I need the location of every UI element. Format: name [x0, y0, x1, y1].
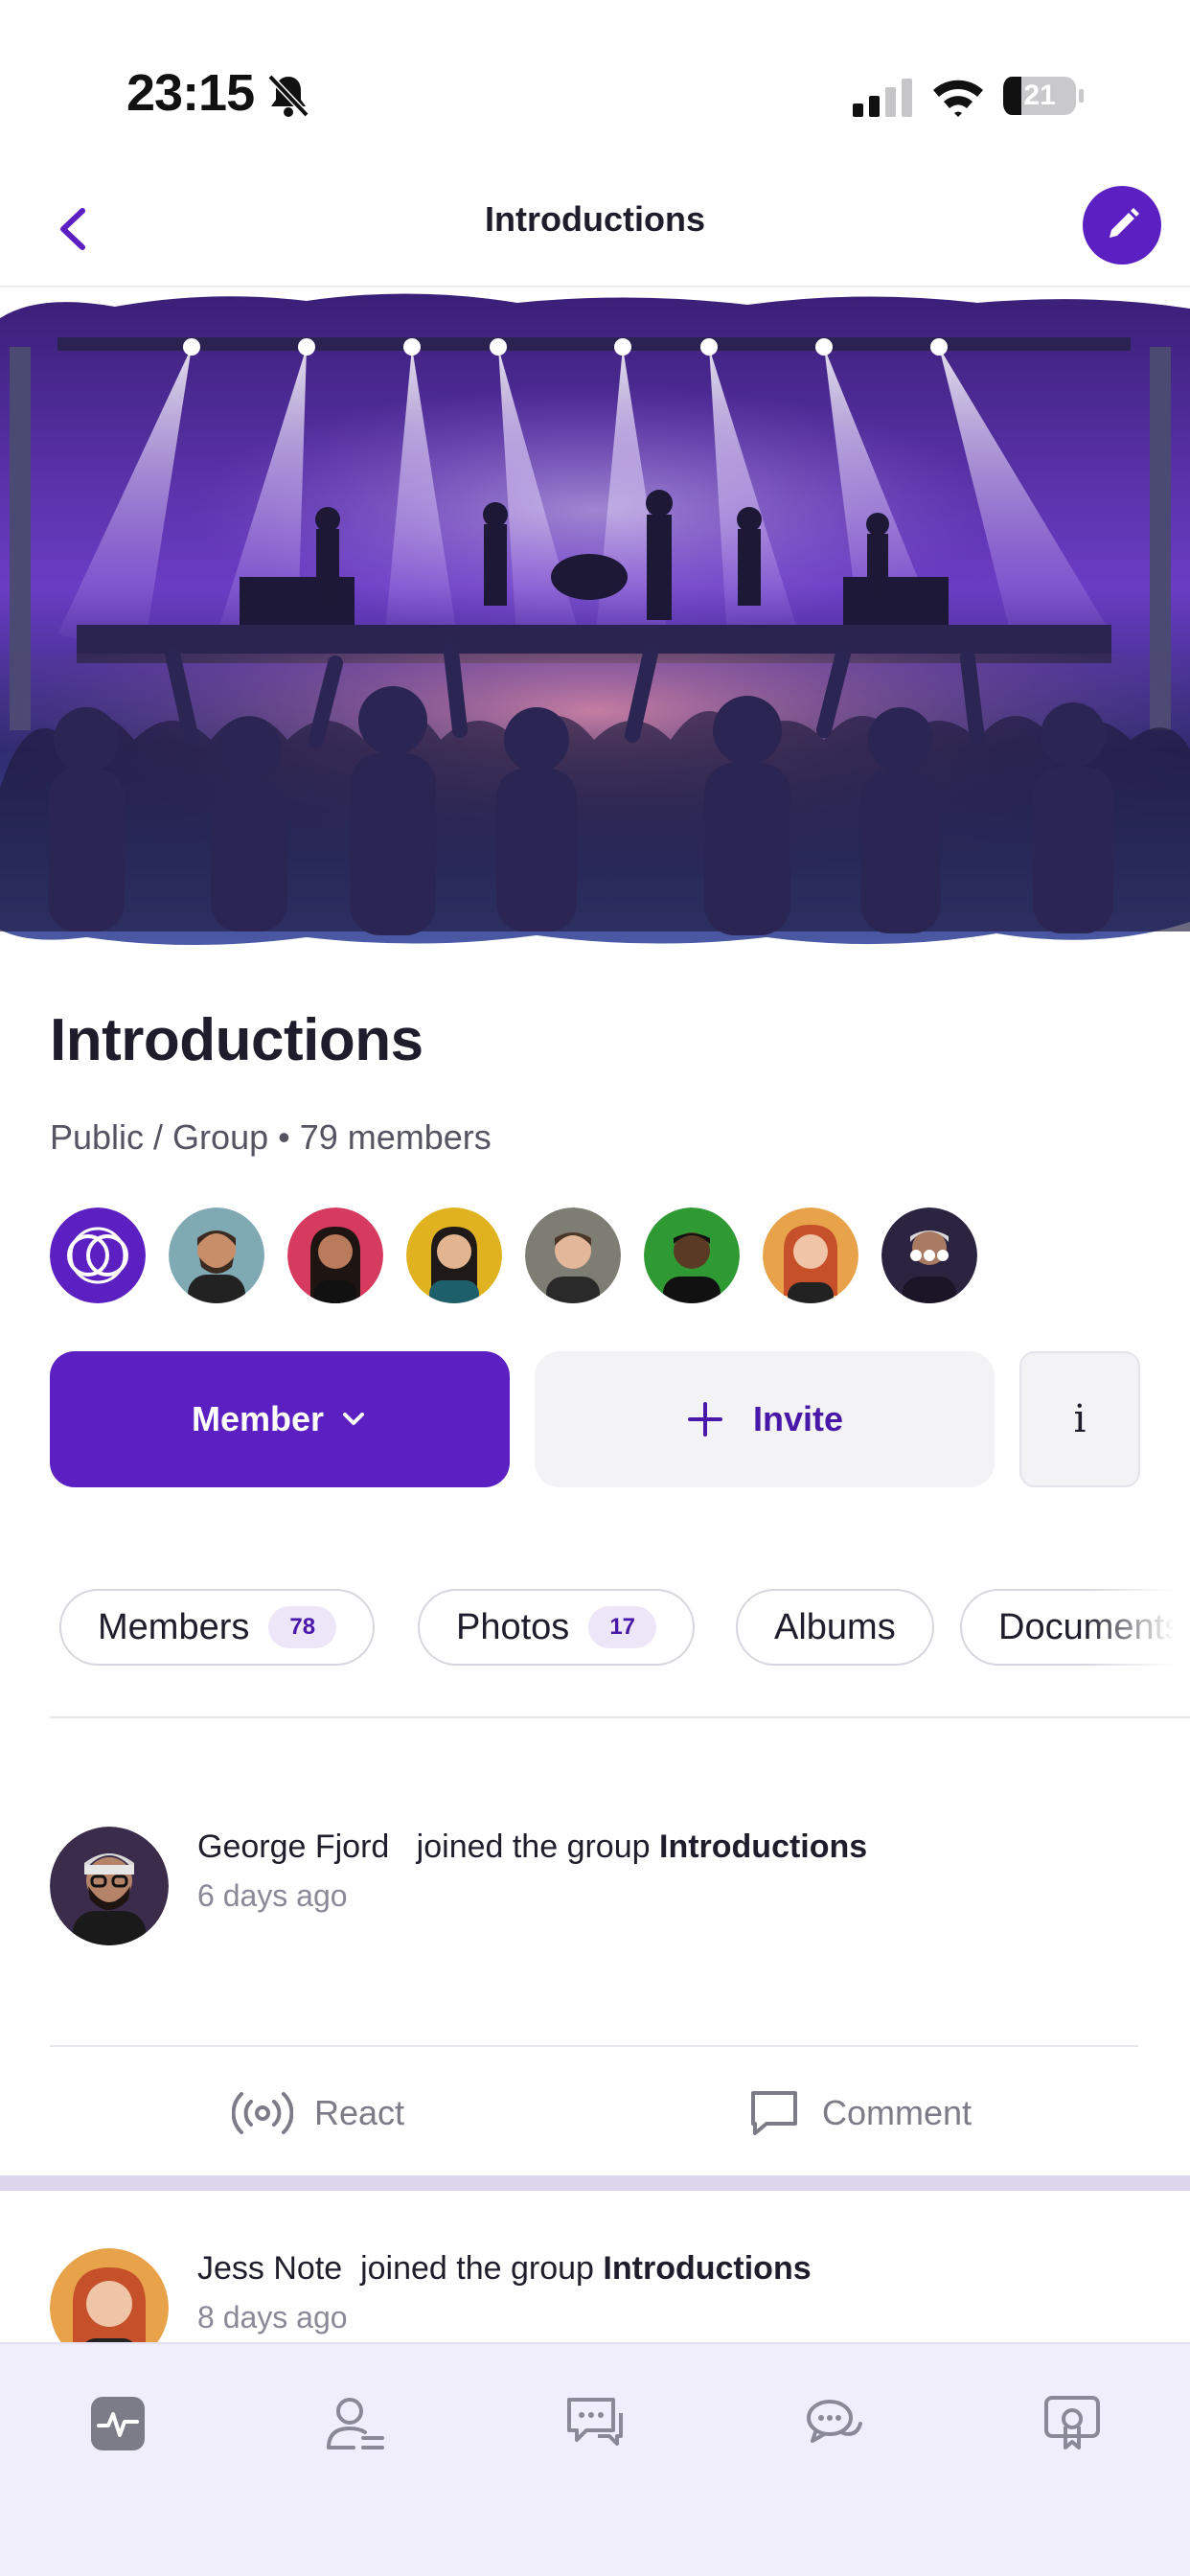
comment-label: Comment: [822, 2093, 973, 2132]
tab-photos[interactable]: Photos 17: [418, 1589, 696, 1666]
tab-count-badge: 17: [588, 1606, 657, 1648]
activity-group-link[interactable]: Introductions: [659, 1828, 867, 1865]
group-title: Introductions: [50, 1007, 423, 1073]
course-icon: [1044, 2396, 1100, 2450]
tab-profile[interactable]: [322, 2390, 389, 2457]
tab-messages[interactable]: [801, 2390, 868, 2457]
section-separator: [0, 2175, 1190, 2191]
comment-icon: [751, 2091, 797, 2135]
tab-albums[interactable]: Albums: [736, 1589, 934, 1666]
avatar[interactable]: [763, 1208, 858, 1303]
broadcast-icon: [232, 2092, 293, 2134]
cover-image: [0, 289, 1190, 953]
tab-label: Members: [98, 1606, 250, 1647]
activity-user-name[interactable]: George Fjord: [197, 1828, 389, 1865]
tab-label: Photos: [456, 1606, 570, 1647]
react-label: React: [314, 2093, 405, 2132]
activity-time: 8 days ago: [197, 2300, 348, 2334]
comment-button[interactable]: Comment: [747, 2080, 972, 2147]
status-bar: 23:15 21: [0, 0, 1190, 153]
tab-courses[interactable]: [1039, 2390, 1106, 2457]
nav-title: Introductions: [485, 199, 705, 239]
bottom-tab-bar: [0, 2342, 1190, 2576]
activity-user-name[interactable]: Jess Note: [197, 2250, 342, 2287]
member-avatars[interactable]: [50, 1208, 977, 1303]
info-button[interactable]: i: [1019, 1351, 1140, 1487]
activity-text: George Fjord joined the group Introducti…: [197, 1828, 867, 1866]
messages-icon: [807, 2400, 862, 2443]
avatar[interactable]: [50, 1208, 146, 1303]
activity-text: Jess Note joined the group Introductions: [197, 2250, 812, 2288]
tab-forums[interactable]: [561, 2390, 629, 2457]
tabs-fade: [1085, 1581, 1190, 1677]
avatar[interactable]: [644, 1208, 740, 1303]
group-meta: Public / Group • 79 members: [50, 1117, 492, 1157]
activity-action: joined the group: [360, 2250, 594, 2287]
group-tabs: Members 78 Photos 17 Albums Documents: [59, 1589, 1190, 1666]
battery-level: 21: [1023, 80, 1056, 111]
invite-button-label: Invite: [752, 1399, 844, 1438]
activity-icon: [91, 2397, 145, 2450]
avatar-more[interactable]: [881, 1208, 977, 1303]
divider: [50, 1716, 1190, 1718]
avatar[interactable]: [50, 1827, 169, 1945]
tab-members[interactable]: Members 78: [59, 1589, 376, 1666]
chevron-down-icon: [343, 1413, 365, 1425]
info-icon: i: [1073, 1397, 1087, 1441]
tab-label: Albums: [774, 1606, 896, 1647]
avatar[interactable]: [169, 1208, 264, 1303]
pencil-icon: [1110, 208, 1139, 238]
activity-time: 6 days ago: [197, 1878, 348, 1913]
avatar[interactable]: [287, 1208, 383, 1303]
plus-icon: [687, 1402, 722, 1437]
avatar[interactable]: [406, 1208, 502, 1303]
wifi-icon: [933, 80, 983, 117]
bell-muted-icon: [267, 74, 309, 118]
profile-icon: [327, 2398, 384, 2450]
cellular-signal-icon: [853, 79, 912, 117]
tab-count-badge: 78: [268, 1606, 337, 1648]
avatar[interactable]: [525, 1208, 621, 1303]
divider: [50, 2045, 1138, 2047]
react-button[interactable]: React: [232, 2080, 404, 2147]
activity-group-link[interactable]: Introductions: [603, 2250, 811, 2287]
activity-action: joined the group: [416, 1828, 651, 1865]
nav-bar: Introductions: [0, 172, 1190, 288]
battery-icon: 21: [1002, 75, 1085, 117]
invite-button[interactable]: Invite: [535, 1351, 995, 1487]
member-button[interactable]: Member: [50, 1351, 510, 1487]
member-button-label: Member: [191, 1399, 325, 1438]
tab-activity[interactable]: [84, 2390, 151, 2457]
forum-icon: [567, 2398, 623, 2446]
edit-button[interactable]: [1083, 186, 1161, 264]
status-time: 23:15: [126, 64, 255, 122]
